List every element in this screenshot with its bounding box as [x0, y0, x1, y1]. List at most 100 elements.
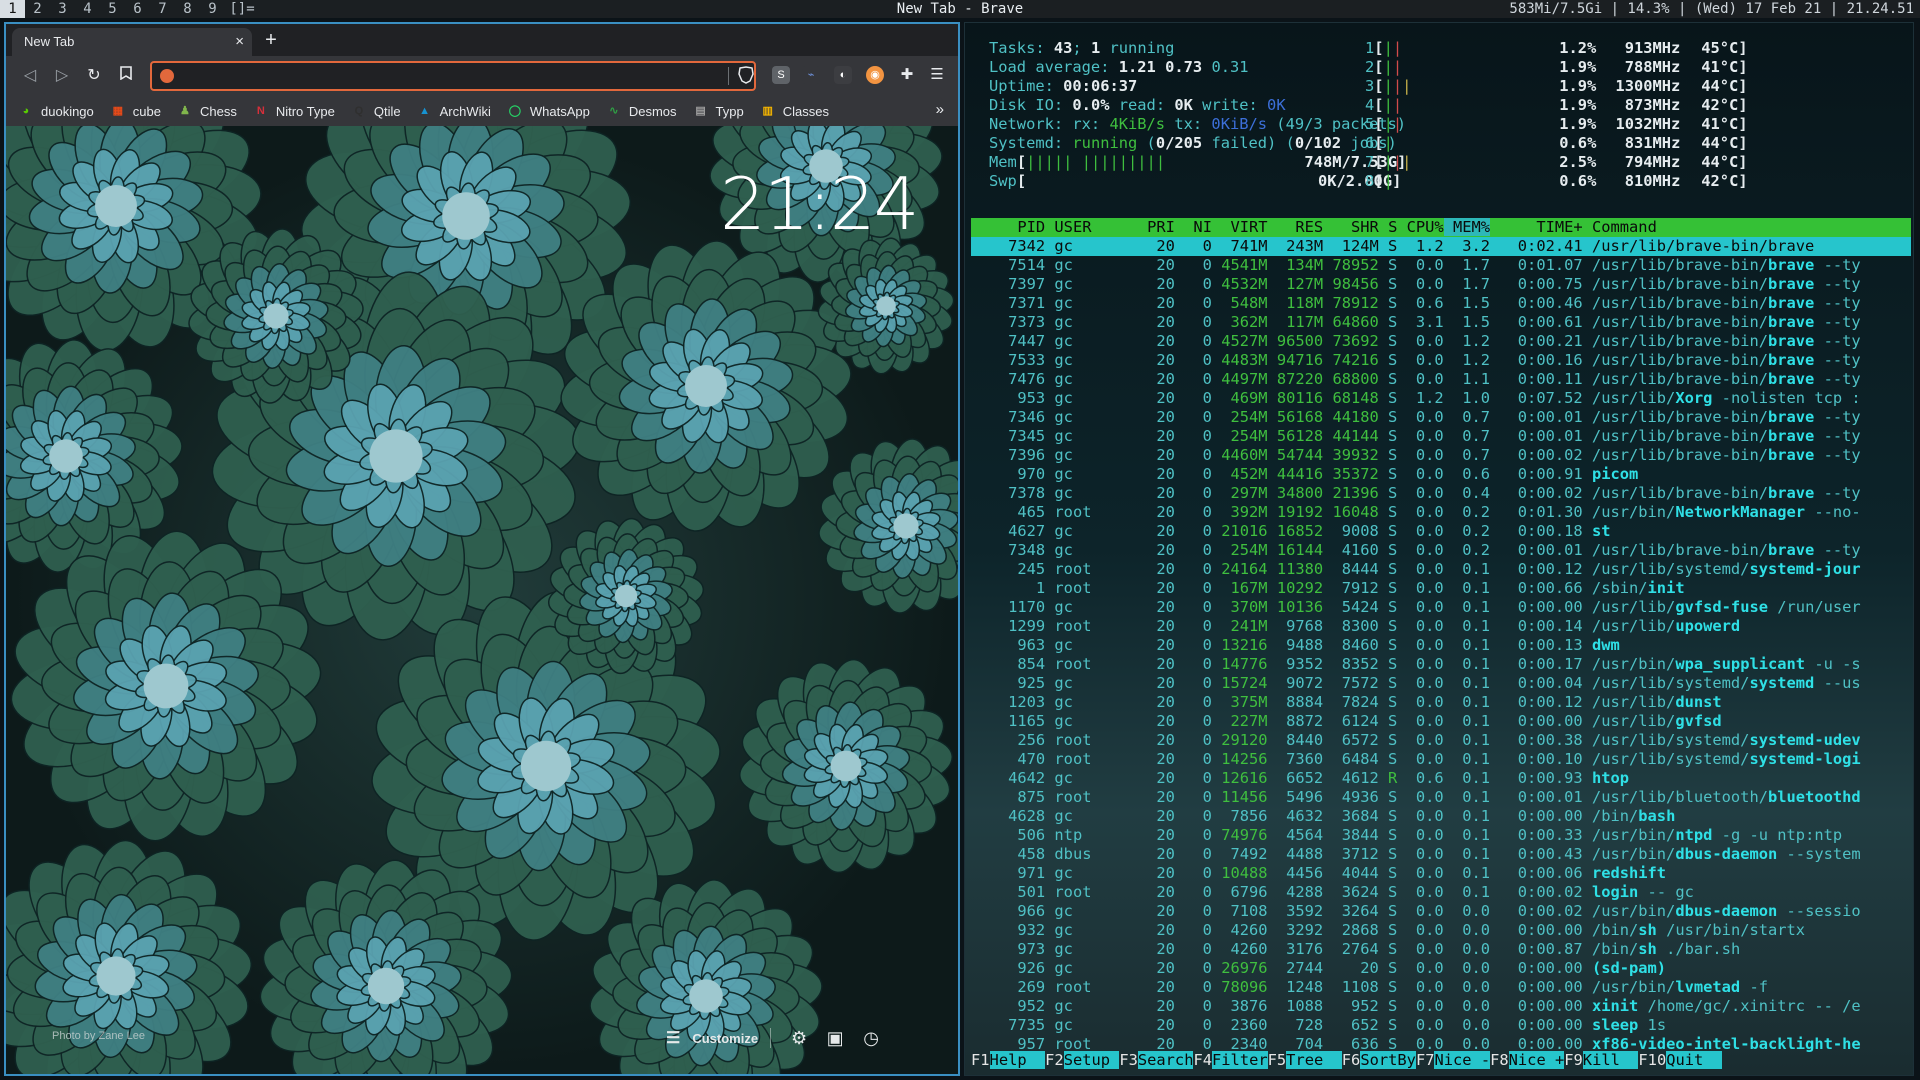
process-row[interactable]: 875 root 20 0 11456 5496 4936 S 0.0 0.1 … — [971, 788, 1911, 807]
bookmark-desmos[interactable]: ∿ Desmos — [606, 103, 676, 119]
column-shr[interactable]: SHR — [1323, 218, 1379, 236]
process-row[interactable]: 506 ntp 20 0 74976 4564 3844 S 0.0 0.1 0… — [971, 826, 1911, 845]
settings-gear-icon[interactable]: ⚙ — [781, 1028, 817, 1049]
process-row[interactable]: 465 root 20 0 392M 19192 16048 S 0.0 0.2… — [971, 503, 1911, 522]
extension-link-icon[interactable]: ⌁ — [802, 66, 820, 84]
fkey-f9[interactable]: F9Kill — [1564, 1051, 1639, 1069]
process-row[interactable]: 1203 gc 20 0 375M 8884 7824 S 0.0 0.1 0:… — [971, 693, 1911, 712]
extension-orange-icon[interactable]: ◉ — [866, 66, 884, 84]
process-row[interactable]: 966 gc 20 0 7108 3592 3264 S 0.0 0.0 0:0… — [971, 902, 1911, 921]
process-row[interactable]: 1299 root 20 0 241M 9768 8300 S 0.0 0.1 … — [971, 617, 1911, 636]
process-row[interactable]: 7373 gc 20 0 362M 117M 64860 S 3.1 1.5 0… — [971, 313, 1911, 332]
process-row[interactable]: 1170 gc 20 0 370M 10136 5424 S 0.0 0.1 0… — [971, 598, 1911, 617]
process-table-header[interactable]: PID USER PRI NI VIRT RES SHR S CPU% MEM%… — [971, 218, 1911, 237]
customize-button[interactable]: ☰ Customize — [666, 1028, 772, 1048]
extensions-puzzle-icon[interactable]: ✚ — [898, 66, 916, 84]
bookmark-typp[interactable]: ▤ Typp — [693, 103, 743, 119]
bookmark-duokingo[interactable]: ◕ duokingo — [18, 103, 94, 119]
process-row[interactable]: 7348 gc 20 0 254M 16144 4160 S 0.0 0.2 0… — [971, 541, 1911, 560]
process-row[interactable]: 925 gc 20 0 15724 9072 7572 S 0.0 0.1 0:… — [971, 674, 1911, 693]
history-icon[interactable]: ◷ — [853, 1028, 889, 1049]
process-row[interactable]: 963 gc 20 0 13216 9488 8460 S 0.0 0.1 0:… — [971, 636, 1911, 655]
process-row[interactable]: 1 root 20 0 167M 10292 7912 S 0.0 0.1 0:… — [971, 579, 1911, 598]
reload-icon[interactable]: ↻ — [82, 64, 106, 88]
process-row[interactable]: 973 gc 20 0 4260 3176 2764 S 0.0 0.0 0:0… — [971, 940, 1911, 959]
fkey-f1[interactable]: F1Help — [971, 1051, 1046, 1069]
fkey-f3[interactable]: F3Search — [1119, 1051, 1194, 1069]
process-row[interactable]: 926 gc 20 0 26976 2744 20 S 0.0 0.0 0:00… — [971, 959, 1911, 978]
fkey-f2[interactable]: F2Setup — [1045, 1051, 1120, 1069]
process-row[interactable]: 952 gc 20 0 3876 1088 952 S 0.0 0.0 0:00… — [971, 997, 1911, 1016]
process-row[interactable]: 971 gc 20 0 10488 4456 4044 S 0.0 0.1 0:… — [971, 864, 1911, 883]
column-ni[interactable]: NI — [1175, 218, 1212, 236]
bookmark-nitro-type[interactable]: N Nitro Type — [253, 103, 335, 119]
process-row[interactable]: 7447 gc 20 0 4527M 96500 73692 S 0.0 1.2… — [971, 332, 1911, 351]
bookmark-qtile[interactable]: Q Qtile — [351, 103, 401, 119]
process-row[interactable]: 4642 gc 20 0 12616 6652 4612 R 0.6 0.1 0… — [971, 769, 1911, 788]
process-row[interactable]: 256 root 20 0 29120 8440 6572 S 0.0 0.1 … — [971, 731, 1911, 750]
column-time[interactable]: TIME+ — [1490, 218, 1582, 236]
process-row[interactable]: 7735 gc 20 0 2360 728 652 S 0.0 0.0 0:00… — [971, 1016, 1911, 1035]
process-row[interactable]: 7514 gc 20 0 4541M 134M 78952 S 0.0 1.7 … — [971, 256, 1911, 275]
process-row[interactable]: 970 gc 20 0 452M 44416 35372 S 0.0 0.6 0… — [971, 465, 1911, 484]
bookmark-chess[interactable]: ♟ Chess — [177, 103, 237, 119]
process-list[interactable]: 7514 gc 20 0 4541M 134M 78952 S 0.0 1.7 … — [971, 256, 1911, 1054]
bookmark-icon[interactable] — [114, 64, 138, 88]
fkey-f6[interactable]: F6SortBy — [1342, 1051, 1416, 1069]
new-tab-button[interactable]: + — [258, 26, 284, 54]
column-virt[interactable]: VIRT — [1212, 218, 1268, 236]
htop-terminal[interactable]: Tasks: 43; 1 running Load average: 1.21 … — [964, 22, 1914, 1076]
fkey-f4[interactable]: F4Filter — [1193, 1051, 1268, 1069]
process-row[interactable]: 7397 gc 20 0 4532M 127M 98456 S 0.0 1.7 … — [971, 275, 1911, 294]
bookmark-classes[interactable]: ▥ Classes — [760, 103, 829, 119]
process-row[interactable]: 7476 gc 20 0 4497M 87220 68800 S 0.0 1.1… — [971, 370, 1911, 389]
bookmark-archwiki[interactable]: ▲ ArchWiki — [417, 103, 491, 119]
address-bar[interactable] — [150, 61, 756, 91]
bookmark-cube[interactable]: ▦ cube — [110, 103, 161, 119]
fkey-f5[interactable]: F5Tree — [1268, 1051, 1342, 1069]
column-cpu[interactable]: CPU% — [1397, 218, 1444, 236]
extension-s-icon[interactable]: S — [772, 66, 790, 84]
process-row[interactable]: 4628 gc 20 0 7856 4632 3684 S 0.0 0.1 0:… — [971, 807, 1911, 826]
column-pri[interactable]: PRI — [1091, 218, 1175, 236]
fkey-f8[interactable]: F8Nice + — [1490, 1051, 1565, 1069]
menu-icon[interactable]: ☰ — [928, 66, 946, 84]
fkey-f7[interactable]: F7Nice - — [1416, 1051, 1491, 1069]
forward-icon[interactable]: ▷ — [50, 64, 74, 88]
process-row[interactable]: 269 root 20 0 78096 1248 1108 S 0.0 0.0 … — [971, 978, 1911, 997]
bookmark-whatsapp[interactable]: ◯ WhatsApp — [507, 103, 590, 119]
process-row[interactable]: 7371 gc 20 0 548M 118M 78912 S 0.6 1.5 0… — [971, 294, 1911, 313]
bookmarks-manager-icon[interactable]: ▣ — [817, 1028, 853, 1049]
column-cmd[interactable]: Command — [1583, 218, 1657, 236]
process-row[interactable]: 854 root 20 0 14776 9352 8352 S 0.0 0.1 … — [971, 655, 1911, 674]
brave-shields-icon[interactable] — [736, 66, 756, 86]
tab-new-tab[interactable]: New Tab × — [12, 28, 252, 56]
fkey-f10[interactable]: F10Quit — [1638, 1051, 1722, 1069]
process-row[interactable]: 501 root 20 0 6796 4288 3624 S 0.0 0.1 0… — [971, 883, 1911, 902]
process-row[interactable]: 245 root 20 0 24164 11380 8444 S 0.0 0.1… — [971, 560, 1911, 579]
close-icon[interactable]: × — [235, 28, 244, 56]
process-row[interactable]: 4627 gc 20 0 21016 16852 9008 S 0.0 0.2 … — [971, 522, 1911, 541]
process-row[interactable]: 7346 gc 20 0 254M 56168 44180 S 0.0 0.7 … — [971, 408, 1911, 427]
process-row[interactable]: 458 dbus 20 0 7492 4488 3712 S 0.0 0.1 0… — [971, 845, 1911, 864]
process-row[interactable]: 7533 gc 20 0 4483M 94716 74216 S 0.0 1.2… — [971, 351, 1911, 370]
process-row[interactable]: 953 gc 20 0 469M 80116 68148 S 1.2 1.0 0… — [971, 389, 1911, 408]
process-row[interactable]: 470 root 20 0 14256 7360 6484 S 0.0 0.1 … — [971, 750, 1911, 769]
process-row[interactable]: 7378 gc 20 0 297M 34800 21396 S 0.0 0.4 … — [971, 484, 1911, 503]
process-row[interactable]: 932 gc 20 0 4260 3292 2868 S 0.0 0.0 0:0… — [971, 921, 1911, 940]
column-s[interactable]: S — [1379, 218, 1397, 236]
back-icon[interactable]: ◁ — [18, 64, 42, 88]
column-pid[interactable]: PID — [971, 218, 1045, 236]
column-mem[interactable]: MEM% — [1443, 218, 1491, 236]
pid-cell: 963 — [971, 636, 1046, 654]
selected-process-row[interactable]: 7342 gc 20 0 741M 243M 124M S 1.2 3.2 0:… — [971, 237, 1911, 256]
brave-browser-window[interactable]: New Tab × + ◁ ▷ ↻ S ⌁ ◐ ◉ ✚ ☰ ◕ duokingo ▦… — [4, 22, 960, 1076]
process-row[interactable]: 1165 gc 20 0 227M 8872 6124 S 0.0 0.1 0:… — [971, 712, 1911, 731]
extension-dark-reader-icon[interactable]: ◐ — [834, 66, 852, 84]
url-input[interactable] — [182, 66, 712, 86]
column-user[interactable]: USER — [1045, 218, 1091, 236]
bookmarks-overflow-button[interactable]: » — [936, 101, 944, 118]
column-res[interactable]: RES — [1268, 218, 1323, 236]
process-row[interactable]: 7345 gc 20 0 254M 56128 44144 S 0.0 0.7 … — [971, 427, 1911, 446]
process-row[interactable]: 7396 gc 20 0 4460M 54744 39932 S 0.0 0.7… — [971, 446, 1911, 465]
